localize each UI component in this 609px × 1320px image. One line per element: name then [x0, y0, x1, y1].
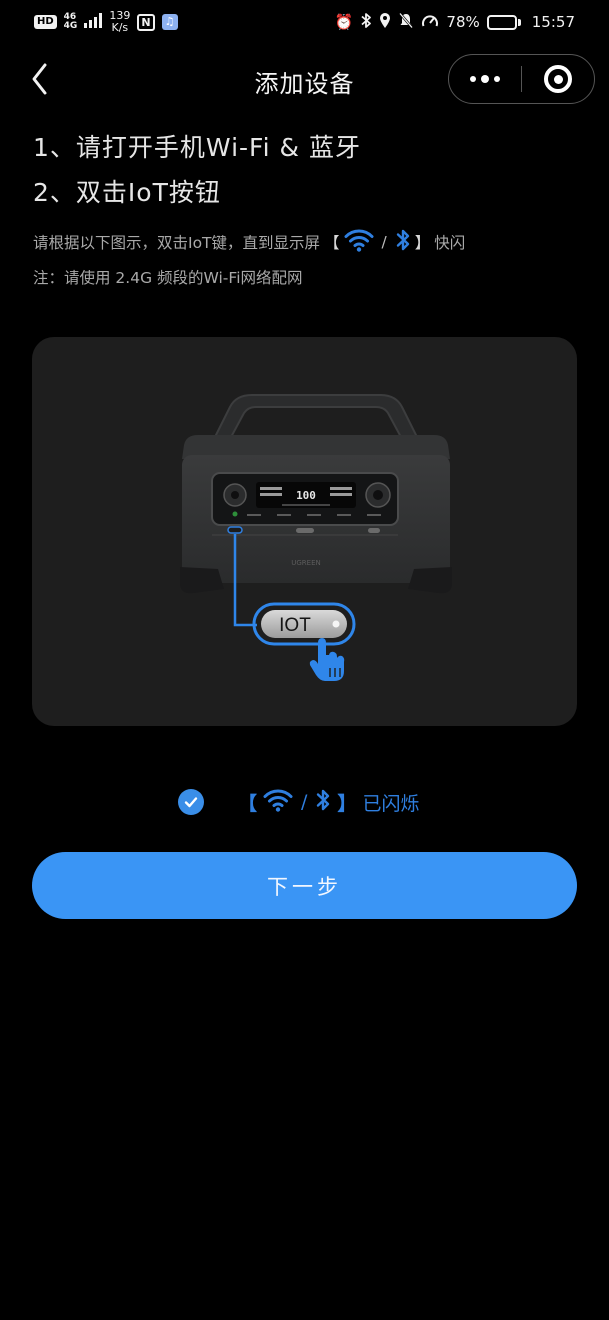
iot-button-label: IOT	[279, 615, 311, 636]
nav-bar: 添加设备	[0, 50, 609, 108]
location-icon	[379, 12, 391, 33]
clock: 15:57	[531, 13, 575, 31]
status-left: HD 46 4G 139 K/s N ♫	[34, 10, 178, 34]
status-right: ⏰ 78% 15:57	[335, 12, 575, 33]
music-app-icon: ♫	[161, 14, 178, 30]
confirm-checkbox[interactable]	[178, 789, 204, 815]
battery-icon	[486, 14, 521, 30]
more-dot-icon	[494, 76, 500, 82]
bluetooth-status-icon	[360, 12, 372, 33]
wifi-icon	[263, 788, 293, 817]
more-button[interactable]	[449, 55, 521, 103]
flash-confirmation[interactable]: 【 / 】 已闪烁	[178, 786, 419, 818]
mute-bell-icon	[398, 12, 414, 33]
hd-badge: HD	[34, 15, 57, 29]
tip-text-after: 快闪	[434, 234, 466, 252]
mini-program-capsule	[448, 54, 595, 104]
slash-separator: /	[301, 791, 308, 813]
bracket-open: 【	[238, 792, 258, 815]
bracket-open: 【	[324, 234, 340, 252]
network-type-bottom: 4G	[63, 21, 78, 31]
next-step-button[interactable]: 下一步	[32, 852, 577, 919]
nfc-icon: N	[137, 13, 155, 31]
speed-gauge-icon	[421, 12, 439, 33]
alarm-icon: ⏰	[334, 13, 354, 31]
bluetooth-icon	[395, 228, 411, 256]
instruction-step-1: 1、请打开手机Wi-Fi & 蓝牙	[33, 133, 361, 162]
more-dot-icon	[470, 76, 476, 82]
confirm-text: 已闪烁	[362, 792, 420, 815]
more-dot-icon	[481, 75, 489, 83]
instruction-tip: 请根据以下图示，双击IoT键，直到显示屏 【 / 】 快闪	[33, 228, 465, 256]
slash-separator: /	[381, 233, 387, 251]
instruction-step-2: 2、双击IoT按钮	[33, 178, 221, 207]
bracket-close: 】	[414, 234, 431, 252]
battery-percent: 78%	[446, 13, 480, 31]
brand-logo: UGREEN	[291, 559, 321, 567]
checkmark-icon	[184, 797, 198, 808]
close-mini-program-button[interactable]	[522, 55, 594, 103]
status-bar: HD 46 4G 139 K/s N ♫ ⏰ 78% 15:57	[0, 0, 609, 44]
network-indicator: 46 4G	[64, 13, 78, 31]
power-station-illustration: 100 UGREEN IOT	[180, 394, 452, 681]
network-speed: 139 K/s	[109, 10, 130, 34]
speed-unit: K/s	[111, 21, 129, 34]
network-note: 注：请使用 2.4G 频段的Wi-Fi网络配网	[33, 269, 303, 287]
signal-icon	[84, 12, 103, 32]
tip-text-before: 请根据以下图示，双击IoT键，直到显示屏	[33, 234, 321, 252]
bluetooth-icon	[315, 788, 331, 817]
bracket-close: 】	[337, 792, 357, 815]
target-icon	[544, 65, 572, 93]
wifi-icon	[344, 228, 374, 256]
display-readout: 100	[296, 489, 316, 502]
device-illustration-card: 100 UGREEN IOT	[32, 337, 577, 726]
